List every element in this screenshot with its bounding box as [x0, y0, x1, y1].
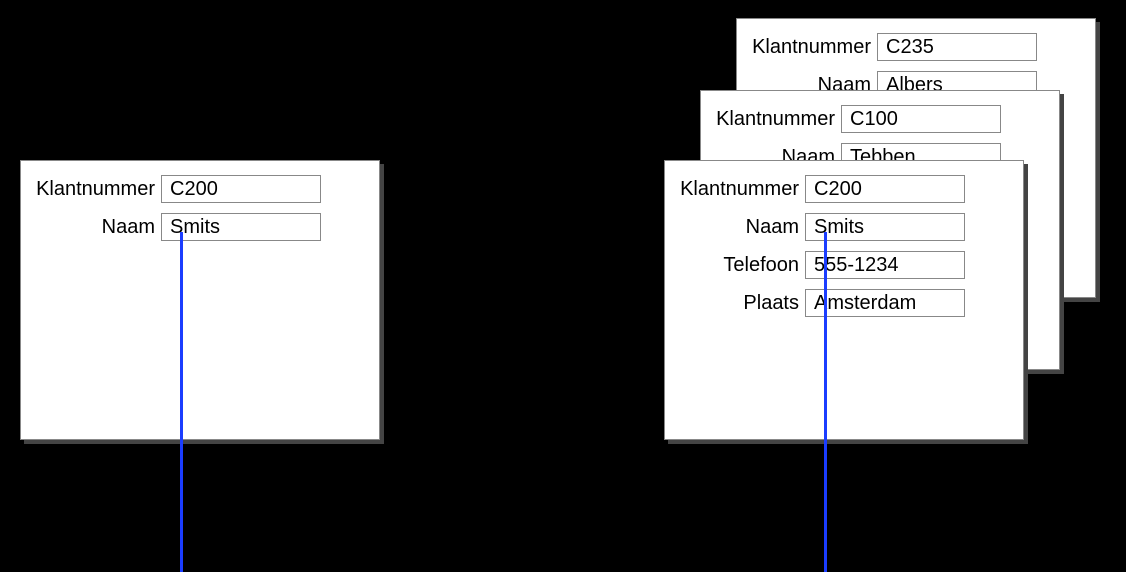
field-label-telefoon: Telefoon: [675, 254, 805, 277]
field-value-klantnummer[interactable]: C200: [161, 175, 321, 203]
field-label-plaats: Plaats: [675, 292, 805, 315]
field-label-naam: Naam: [675, 216, 805, 239]
field-label-naam: Naam: [31, 216, 161, 239]
form-row: Naam Smits: [31, 213, 361, 241]
form-row: Plaats Amsterdam: [675, 289, 1005, 317]
connector-line-left: [180, 232, 183, 572]
left-form-card: Klantnummer C200 Naam Smits: [20, 160, 380, 440]
form-row: Klantnummer C100: [711, 105, 1041, 133]
connector-line-right: [824, 232, 827, 572]
field-label-klantnummer: Klantnummer: [675, 178, 805, 201]
field-value-plaats[interactable]: Amsterdam: [805, 289, 965, 317]
field-value-naam[interactable]: Smits: [805, 213, 965, 241]
field-label-klantnummer: Klantnummer: [747, 36, 877, 59]
field-value-klantnummer[interactable]: C100: [841, 105, 1001, 133]
field-value-klantnummer[interactable]: C235: [877, 33, 1037, 61]
form-row: Naam Smits: [675, 213, 1005, 241]
form-row: Klantnummer C235: [747, 33, 1077, 61]
right-front-card: Klantnummer C200 Naam Smits Telefoon 555…: [664, 160, 1024, 440]
form-row: Klantnummer C200: [675, 175, 1005, 203]
form-row: Klantnummer C200: [31, 175, 361, 203]
field-value-klantnummer[interactable]: C200: [805, 175, 965, 203]
field-label-klantnummer: Klantnummer: [31, 178, 161, 201]
field-value-naam[interactable]: Smits: [161, 213, 321, 241]
field-value-telefoon[interactable]: 555-1234: [805, 251, 965, 279]
field-label-klantnummer: Klantnummer: [711, 108, 841, 131]
form-row: Telefoon 555-1234: [675, 251, 1005, 279]
